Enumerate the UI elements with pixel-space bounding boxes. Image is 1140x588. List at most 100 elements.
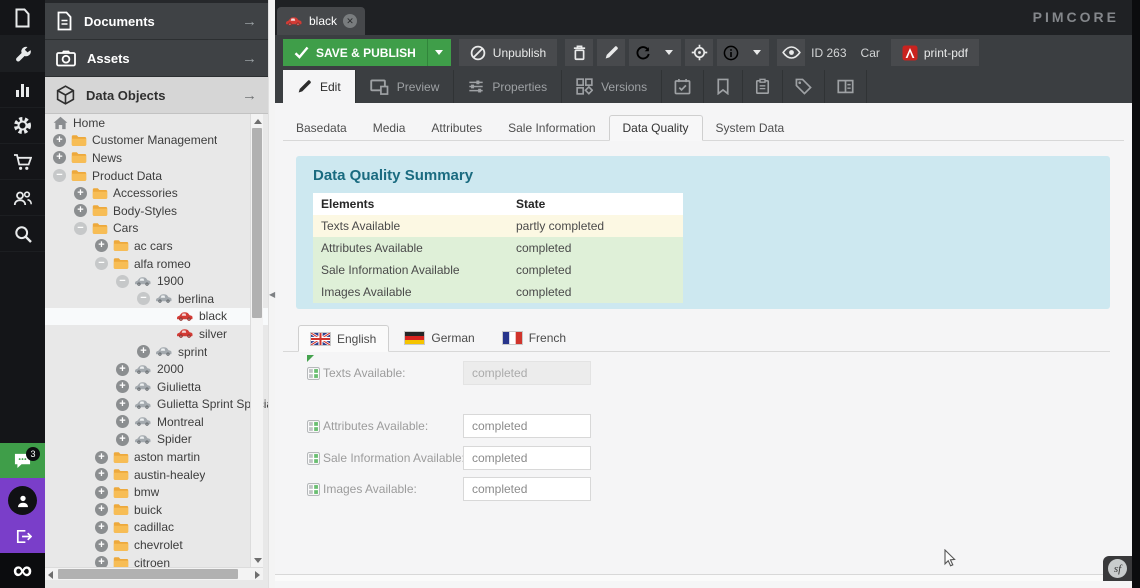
tree-item-bmw[interactable]: +bmw (45, 483, 268, 501)
unpublish-button[interactable]: Unpublish (459, 39, 557, 66)
tree-item-spider[interactable]: +Spider (45, 431, 268, 449)
delete-button[interactable] (565, 39, 593, 66)
tree-item-ac-cars[interactable]: +ac cars (45, 237, 268, 255)
reload-dropdown[interactable] (657, 39, 681, 66)
collapse-panel-icon[interactable]: ◀ (269, 290, 275, 299)
accordion-documents[interactable]: Documents → (45, 3, 268, 40)
tab-edit[interactable]: Edit (283, 70, 356, 103)
notifications-button[interactable] (0, 443, 45, 478)
subtab-system-data[interactable]: System Data (703, 115, 798, 140)
logout-button[interactable] (0, 520, 45, 552)
rename-button[interactable] (597, 39, 625, 66)
field-input[interactable]: completed (463, 361, 591, 385)
search-button[interactable] (0, 216, 45, 252)
panel-splitter[interactable]: ◀ (268, 0, 275, 588)
info-button[interactable] (717, 39, 745, 66)
tree-item-buick[interactable]: +buick (45, 501, 268, 519)
subtab-attributes[interactable]: Attributes (418, 115, 495, 140)
tree-vertical-scrollbar[interactable] (250, 114, 263, 567)
expand-icon[interactable]: + (95, 468, 108, 481)
tree-item-news[interactable]: +News (45, 149, 268, 167)
expand-icon[interactable]: + (116, 415, 129, 428)
tree-item-gulietta-sprint-specia[interactable]: +Gulietta Sprint Specia (45, 396, 268, 414)
close-icon[interactable]: ✕ (343, 14, 357, 28)
tree-item-silver[interactable]: silver (45, 325, 268, 343)
tree-item-1900[interactable]: −1900 (45, 272, 268, 290)
tools-button[interactable] (0, 36, 45, 72)
tree-item-cars[interactable]: −Cars (45, 220, 268, 238)
tree-item-customer-management[interactable]: +Customer Management (45, 132, 268, 150)
tree-item-accessories[interactable]: +Accessories (45, 184, 268, 202)
open-object-tab[interactable]: black ✕ (277, 7, 365, 35)
field-input[interactable]: completed (463, 477, 591, 501)
tree-item-berlina[interactable]: −berlina (45, 290, 268, 308)
tree-item-home[interactable]: Home (45, 114, 268, 132)
scroll-up-icon[interactable] (254, 119, 262, 124)
tree-horizontal-scrollbar[interactable] (45, 567, 263, 580)
accordion-data-objects[interactable]: Data Objects → (45, 77, 268, 114)
language-tab-french[interactable]: French (491, 325, 578, 351)
subtab-media[interactable]: Media (360, 115, 419, 140)
expand-icon[interactable]: + (95, 503, 108, 516)
tree-item-austin-healey[interactable]: +austin-healey (45, 466, 268, 484)
avatar[interactable] (8, 486, 37, 515)
ecommerce-button[interactable] (0, 144, 45, 180)
subtab-sale-information[interactable]: Sale Information (495, 115, 608, 140)
save-publish-button[interactable]: SAVE & PUBLISH (283, 39, 427, 66)
collapse-icon[interactable]: − (116, 275, 129, 288)
tree-item-giulietta[interactable]: +Giulietta (45, 378, 268, 396)
collapse-icon[interactable]: − (74, 222, 87, 235)
tree-item-product-data[interactable]: −Product Data (45, 167, 268, 185)
scroll-right-icon[interactable] (255, 571, 260, 579)
info-dropdown[interactable] (745, 39, 769, 66)
tab-versions[interactable]: Versions (562, 70, 662, 103)
scroll-down-icon[interactable] (254, 558, 262, 563)
tree-item-alfa-romeo[interactable]: −alfa romeo (45, 255, 268, 273)
subtab-data-quality[interactable]: Data Quality (609, 115, 703, 141)
field-input[interactable]: completed (463, 414, 591, 438)
expand-icon[interactable]: + (116, 363, 129, 376)
subtab-basedata[interactable]: Basedata (283, 115, 360, 140)
tab-preview[interactable]: Preview (356, 70, 455, 103)
tree-item-montreal[interactable]: +Montreal (45, 413, 268, 431)
tab-tag[interactable] (783, 70, 825, 103)
expand-icon[interactable]: + (137, 345, 150, 358)
expand-icon[interactable]: + (95, 239, 108, 252)
file-icon[interactable] (0, 0, 45, 36)
language-tab-english[interactable]: English (298, 325, 389, 352)
tree-item-aston-martin[interactable]: +aston martin (45, 448, 268, 466)
scroll-thumb[interactable] (58, 569, 238, 579)
symfony-profiler-button[interactable]: sf (1103, 556, 1132, 581)
language-tab-german[interactable]: German (393, 325, 486, 351)
expand-icon[interactable]: + (116, 380, 129, 393)
tree-item-body-styles[interactable]: +Body-Styles (45, 202, 268, 220)
print-pdf-button[interactable]: print-pdf (891, 39, 979, 66)
tab-bookmark[interactable] (704, 70, 743, 103)
expand-icon[interactable]: + (95, 556, 108, 567)
collapse-icon[interactable]: − (95, 257, 108, 270)
settings-button[interactable] (0, 108, 45, 144)
tab-properties[interactable]: Properties (454, 70, 562, 103)
expand-icon[interactable]: + (95, 521, 108, 534)
tree-item-citroen[interactable]: +citroen (45, 554, 268, 567)
tree-item-black[interactable]: black (45, 308, 268, 326)
reload-button[interactable] (629, 39, 657, 66)
scroll-thumb[interactable] (252, 128, 262, 318)
expand-icon[interactable]: + (116, 398, 129, 411)
accordion-assets[interactable]: Assets → (45, 40, 268, 77)
field-input[interactable]: completed (463, 446, 591, 470)
collapse-icon[interactable]: − (137, 292, 150, 305)
locate-in-tree-button[interactable] (685, 39, 713, 66)
collapse-icon[interactable]: − (53, 169, 66, 182)
tree-item-2000[interactable]: +2000 (45, 360, 268, 378)
expand-icon[interactable]: + (53, 134, 66, 147)
expand-icon[interactable]: + (74, 204, 87, 217)
save-options-dropdown[interactable] (427, 39, 451, 66)
tree-item-sprint[interactable]: +sprint (45, 343, 268, 361)
expand-icon[interactable]: + (74, 187, 87, 200)
tree-item-chevrolet[interactable]: +chevrolet (45, 536, 268, 554)
tab-calendar-check[interactable] (662, 70, 704, 103)
expand-icon[interactable]: + (95, 451, 108, 464)
expand-icon[interactable]: + (53, 151, 66, 164)
expand-icon[interactable]: + (95, 539, 108, 552)
